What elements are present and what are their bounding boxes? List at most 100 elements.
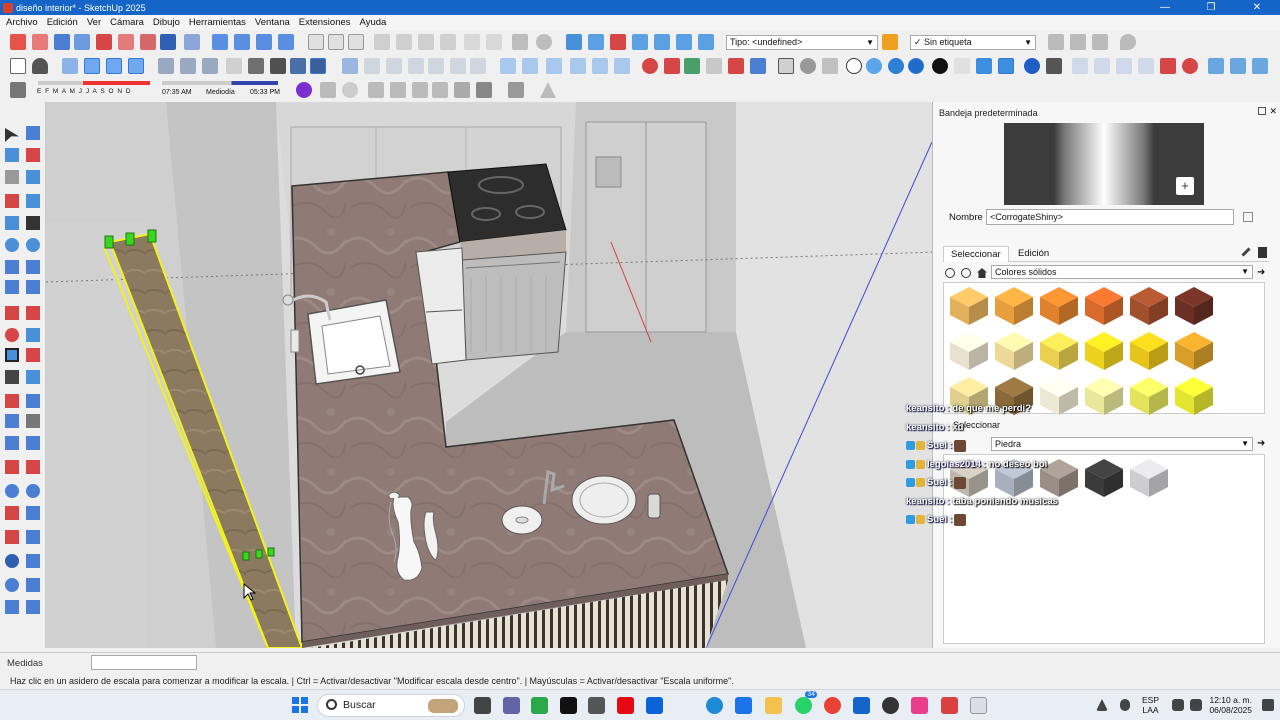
camera-icon[interactable]	[368, 82, 384, 98]
open-file-icon[interactable]	[328, 34, 344, 50]
look-around-icon[interactable]	[160, 34, 176, 50]
user-icon[interactable]	[32, 58, 48, 74]
circle-icon[interactable]	[342, 82, 358, 98]
material-swatch[interactable]	[1083, 285, 1125, 327]
sample-paint-icon[interactable]	[998, 58, 1014, 74]
file-explorer-icon[interactable]	[765, 697, 782, 714]
minimize-button[interactable]: —	[1142, 0, 1188, 15]
model-info-icon[interactable]	[536, 34, 552, 50]
walk-icon[interactable]	[140, 34, 156, 50]
stamp-icon[interactable]	[632, 34, 648, 50]
obs-icon[interactable]	[882, 697, 899, 714]
zoom-icon[interactable]	[54, 34, 70, 50]
iso-view-icon[interactable]	[158, 58, 174, 74]
task-view-icon[interactable]	[474, 697, 491, 714]
position-camera-icon[interactable]	[184, 34, 200, 50]
tags-panel-icon[interactable]	[1070, 34, 1086, 50]
location-icon[interactable]	[1120, 34, 1136, 50]
triangle-icon[interactable]	[540, 82, 556, 98]
chat-username[interactable]: keansito	[906, 496, 945, 507]
offset-icon[interactable]	[26, 348, 40, 362]
outlook-icon[interactable]	[646, 697, 663, 714]
page-icon[interactable]	[10, 58, 26, 74]
walk-tool-icon[interactable]	[26, 530, 40, 544]
menu-dibujo[interactable]: Dibujo	[153, 17, 180, 28]
axes-tool-icon[interactable]	[5, 414, 19, 428]
scale-icon[interactable]	[1160, 58, 1176, 74]
notifications-icon[interactable]	[1262, 699, 1274, 711]
orbit-tool-icon[interactable]	[5, 460, 19, 474]
text-icon[interactable]	[706, 58, 722, 74]
text-tool-icon[interactable]	[26, 394, 40, 408]
create-material-icon[interactable]: +	[1176, 177, 1194, 195]
menu-extensiones[interactable]: Extensiones	[299, 17, 351, 28]
material-swatch[interactable]	[993, 285, 1035, 327]
shadow-toggle-icon[interactable]	[10, 82, 26, 98]
layers-icon[interactable]	[5, 600, 19, 614]
front-view-icon[interactable]	[202, 58, 218, 74]
chat-username[interactable]: Suel	[927, 514, 947, 525]
solid-outer-icon[interactable]	[614, 58, 630, 74]
solid-subtract-icon[interactable]	[522, 58, 538, 74]
close-button[interactable]: ✕	[1234, 0, 1280, 15]
solid-intersect-icon[interactable]	[570, 58, 586, 74]
backedges-style-icon[interactable]	[248, 58, 264, 74]
new-file-icon[interactable]	[308, 34, 324, 50]
eraser-icon[interactable]	[26, 148, 40, 162]
dotted-icon[interactable]	[954, 58, 970, 74]
chat-username[interactable]: Suel	[927, 477, 947, 488]
snapshot-icon[interactable]	[432, 82, 448, 98]
orbit-view-icon[interactable]	[62, 58, 78, 74]
paint-bucket-icon[interactable]	[5, 148, 19, 162]
select-plus-icon[interactable]	[26, 126, 40, 140]
drop-light-icon[interactable]	[866, 58, 882, 74]
follow-me-tool-icon[interactable]	[26, 328, 40, 342]
measure-input[interactable]	[91, 655, 197, 670]
section-plane-icon[interactable]	[342, 58, 358, 74]
protractor-icon[interactable]	[5, 394, 19, 408]
copy-icon[interactable]	[396, 34, 412, 50]
menu-ver[interactable]: Ver	[87, 17, 101, 28]
drop-medium-icon[interactable]	[888, 58, 904, 74]
lines-icon[interactable]	[508, 82, 524, 98]
folder-icon[interactable]	[778, 58, 794, 74]
menu-herramientas[interactable]: Herramientas	[189, 17, 246, 28]
tag-brush-icon[interactable]	[1048, 34, 1064, 50]
component-icon-3[interactable]	[470, 58, 486, 74]
paint-roller-icon[interactable]	[976, 58, 992, 74]
tag-paint-icon[interactable]	[5, 170, 19, 184]
print-icon[interactable]	[512, 34, 528, 50]
paint-sample-icon[interactable]	[1258, 247, 1267, 258]
month-slider[interactable]	[38, 81, 150, 85]
volume-icon[interactable]	[1190, 699, 1202, 711]
material-swatch[interactable]	[1128, 375, 1170, 417]
hex-icon-4[interactable]	[1138, 58, 1154, 74]
material-swatch[interactable]	[1173, 285, 1215, 327]
zoom-window-icon[interactable]	[74, 34, 90, 50]
solid-split-icon[interactable]	[592, 58, 608, 74]
chat-username[interactable]: Suel	[927, 440, 947, 451]
terrain-icon-1[interactable]	[1208, 58, 1224, 74]
previous-view-icon[interactable]	[118, 34, 134, 50]
add-detail-icon[interactable]	[676, 34, 692, 50]
terrain-icon-2[interactable]	[1230, 58, 1246, 74]
select-tool-icon[interactable]	[10, 34, 26, 50]
zoom-in-icon[interactable]	[256, 34, 272, 50]
wireframe-style-icon[interactable]	[270, 58, 286, 74]
place-icon[interactable]	[642, 58, 658, 74]
a-icon[interactable]	[26, 436, 40, 450]
select-arrow-icon[interactable]	[5, 128, 19, 142]
component-icon-2[interactable]	[450, 58, 466, 74]
menu-ayuda[interactable]: Ayuda	[360, 17, 387, 28]
material-swatch[interactable]	[1173, 330, 1215, 372]
cloud-icon[interactable]	[390, 82, 406, 98]
previous-tool-icon[interactable]	[26, 506, 40, 520]
material-swatch[interactable]	[1128, 330, 1170, 372]
filter-icon[interactable]	[454, 82, 470, 98]
rotate-icon[interactable]	[1182, 58, 1198, 74]
store-icon[interactable]	[531, 697, 548, 714]
section-fill-icon[interactable]	[408, 58, 424, 74]
extension-warehouse-icon[interactable]	[26, 600, 40, 614]
zoom-view-icon[interactable]	[106, 58, 122, 74]
material-swatch[interactable]	[1083, 375, 1125, 417]
